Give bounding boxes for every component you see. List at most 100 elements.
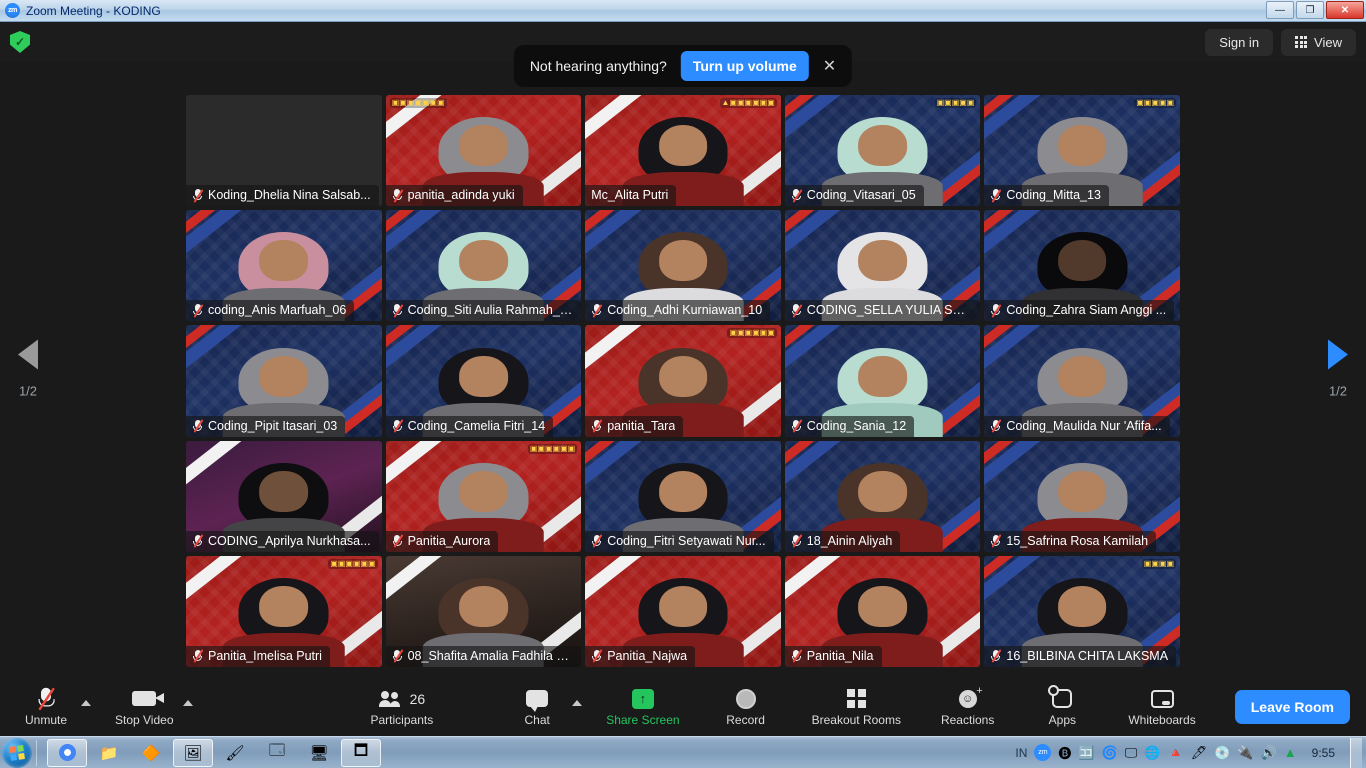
participant-tile[interactable]: CODING_SELLA YULIA SARI_4 (784, 210, 981, 322)
banner-close-icon[interactable]: ✕ (823, 56, 836, 76)
video-person-face (459, 240, 508, 282)
chevron-right-icon[interactable] (1328, 339, 1348, 370)
participant-grid: Koding_Dhelia Nina Salsab... ▣▣▣▣▣▣▣ panit… (186, 95, 1180, 667)
taskbar-vlc-icon[interactable]: 🔶 (131, 739, 171, 767)
participant-name: Koding_Dhelia Nina Salsab... (208, 188, 371, 203)
participant-tile[interactable]: 15_Safrina Rosa Kamilah (984, 440, 1180, 552)
participant-tile[interactable]: 18_Ainin Aliyah (784, 440, 981, 552)
participant-tile[interactable]: ▣▣▣▣▣ Coding_Mitta_13 (984, 95, 1180, 207)
muted-microphone-icon (591, 534, 603, 549)
muted-microphone-icon (990, 534, 1002, 549)
tile-reaction-badges: ▣▣▣▣▣▣ (328, 558, 378, 569)
participant-tile[interactable]: Coding_Adhi Kurniawan_10 (585, 210, 781, 322)
view-button[interactable]: View (1281, 28, 1356, 56)
participant-tile[interactable]: ▣▣▣▣▣▣ Panitia_Imelisa Putri (186, 555, 382, 667)
participant-tile[interactable]: Coding_Pipit Itasari_03 (186, 325, 382, 437)
participant-tile[interactable]: coding_Anis Marfuah_06 (186, 210, 382, 322)
taskbar-file-explorer-icon[interactable]: 📁 (89, 739, 129, 767)
share-screen-button[interactable]: ↑ Share Screen (600, 688, 685, 727)
tray-triangle-icon[interactable]: ▲ (1284, 745, 1297, 760)
previous-page-control[interactable]: 1/2 (0, 339, 56, 399)
minimize-button[interactable]: — (1266, 1, 1294, 19)
tray-zoom-icon[interactable]: zm (1034, 744, 1052, 761)
maximize-button[interactable]: ❐ (1296, 1, 1324, 19)
tray-ime-icon[interactable]: 🈁 (1078, 745, 1094, 761)
tray-display-icon[interactable]: 🖵 (1125, 745, 1138, 761)
unmute-label: Unmute (24, 712, 68, 727)
meeting-controls-toolbar: Unmute Stop Video 26 Participants Chat ↑… (0, 678, 1366, 736)
show-desktop-button[interactable] (1350, 737, 1362, 768)
taskbar-window-icon[interactable]: 🗖 (341, 738, 381, 767)
breakout-rooms-button[interactable]: Breakout Rooms (806, 688, 907, 727)
taskbar-clock[interactable]: 9:55 (1312, 746, 1335, 760)
tray-volume-icon[interactable]: 🔊 (1261, 745, 1277, 761)
participants-count: 26 (409, 690, 426, 707)
next-page-control[interactable]: 1/2 (1310, 339, 1366, 399)
tray-usb-icon[interactable]: 🔌 (1237, 745, 1253, 761)
participant-name: 15_Safrina Rosa Kamilah (1006, 533, 1149, 548)
video-person-face (858, 125, 907, 167)
participant-name: Panitia_Najwa (607, 648, 688, 663)
video-person-face (1057, 586, 1107, 627)
participant-tile[interactable]: Coding_Sania_12 (784, 325, 981, 437)
sign-in-button[interactable]: Sign in (1205, 28, 1274, 56)
unmute-button[interactable]: Unmute (14, 686, 78, 727)
leave-room-button[interactable]: Leave Room (1234, 690, 1350, 724)
chevron-left-icon[interactable] (18, 339, 38, 370)
audio-options-chevron-icon[interactable] (81, 700, 91, 706)
participant-tile[interactable]: ▣▣▣▣▣▣ Panitia_Aurora (385, 440, 582, 552)
tile-reaction-badges: ▣▣▣▣▣ (1134, 98, 1176, 108)
tray-pencil-icon[interactable]: 🖊 (1191, 745, 1208, 761)
page-indicator-left: 1/2 (18, 383, 38, 399)
participant-tile[interactable]: Coding_Siti Aulia Rahmah_02 (385, 210, 582, 322)
system-tray: IN zm 🅑 🈁 🌀 🖵 🌐 🔺 🖊 💿 🔌 🔊 ▲ 9:55 (1015, 737, 1366, 768)
participant-tile[interactable]: ▣▣▣▣▣▣▣ panitia_adinda yuki (385, 95, 582, 207)
participant-tile[interactable]: CODING_Aprilya Nurkhasa... (186, 440, 382, 552)
video-person-face (459, 586, 508, 627)
participant-tile[interactable]: ▲▣▣▣▣▣▣ Mc_Alita Putri (585, 95, 781, 207)
participant-name: Coding_Adhi Kurniawan_10 (607, 303, 763, 318)
tray-browser-icon[interactable]: 🌀 (1102, 745, 1118, 761)
participant-tile[interactable]: Koding_Dhelia Nina Salsab... (186, 95, 382, 207)
participant-tile[interactable]: ▣▣▣▣ 16_BILBINA CHITA LAKSMA (984, 555, 1180, 667)
participant-tile[interactable]: Panitia_Nila (784, 555, 981, 667)
video-options-chevron-icon[interactable] (182, 700, 193, 706)
language-indicator[interactable]: IN (1015, 746, 1027, 760)
turn-up-volume-button[interactable]: Turn up volume (680, 51, 809, 81)
tray-disc-icon[interactable]: 💿 (1214, 745, 1230, 761)
participant-tile[interactable]: 08_Shafita Amalia Fadhila P... (385, 555, 582, 667)
participant-tile[interactable]: ▣▣▣▣▣▣ panitia_Tara (585, 325, 781, 437)
chat-button[interactable]: Chat (505, 688, 569, 727)
encryption-shield-icon[interactable]: ✓ (10, 31, 30, 53)
participant-name-bar: Coding_Pipit Itasari_03 (186, 415, 346, 437)
participant-tile[interactable]: ▣▣▣▣▣ Coding_Vitasari_05 (784, 95, 981, 207)
participant-name: Coding_Zahra Siam Anggi ... (1006, 303, 1167, 318)
taskbar-paint-icon[interactable]: 🖌 (215, 739, 255, 767)
stop-video-button[interactable]: Stop Video (109, 688, 180, 727)
taskbar-chrome-icon[interactable]: ● (47, 738, 87, 767)
participant-tile[interactable]: Coding_Fitri Setyawati Nur... (585, 440, 781, 552)
participant-tile[interactable]: Panitia_Najwa (585, 555, 781, 667)
taskbar-image-viewer-icon[interactable]: 🖼 (173, 738, 213, 767)
taskbar-editor-icon[interactable]: 🗔 (257, 739, 297, 767)
participant-name-bar: Coding_Mitta_13 (984, 185, 1109, 207)
participants-button[interactable]: 26 Participants (365, 688, 440, 727)
participant-name: Panitia_Imelisa Putri (208, 648, 322, 663)
tray-update-icon[interactable]: 🌐 (1144, 745, 1160, 761)
chat-options-chevron-icon[interactable] (572, 700, 583, 706)
video-person-face (1057, 240, 1107, 282)
apps-button[interactable]: Apps (1030, 687, 1094, 727)
close-button[interactable]: ✕ (1326, 1, 1364, 19)
tray-bluetooth-icon[interactable]: 🅑 (1058, 743, 1071, 762)
participant-tile[interactable]: Coding_Camelia Fitri_14 (385, 325, 582, 437)
record-button[interactable]: Record (714, 688, 778, 727)
start-button[interactable] (2, 737, 32, 768)
participant-tile[interactable]: Coding_Maulida Nur 'Afifa... (984, 325, 1180, 437)
tray-antivirus-icon[interactable]: 🔺 (1168, 745, 1184, 761)
reactions-button[interactable]: ☺ Reactions (935, 685, 1000, 727)
participant-name-bar: 15_Safrina Rosa Kamilah (984, 530, 1157, 552)
taskbar-media-icon[interactable]: 🖥 (299, 739, 339, 767)
video-person-face (858, 240, 907, 282)
whiteboards-button[interactable]: Whiteboards (1122, 688, 1201, 727)
participant-tile[interactable]: Coding_Zahra Siam Anggi ... (984, 210, 1180, 322)
